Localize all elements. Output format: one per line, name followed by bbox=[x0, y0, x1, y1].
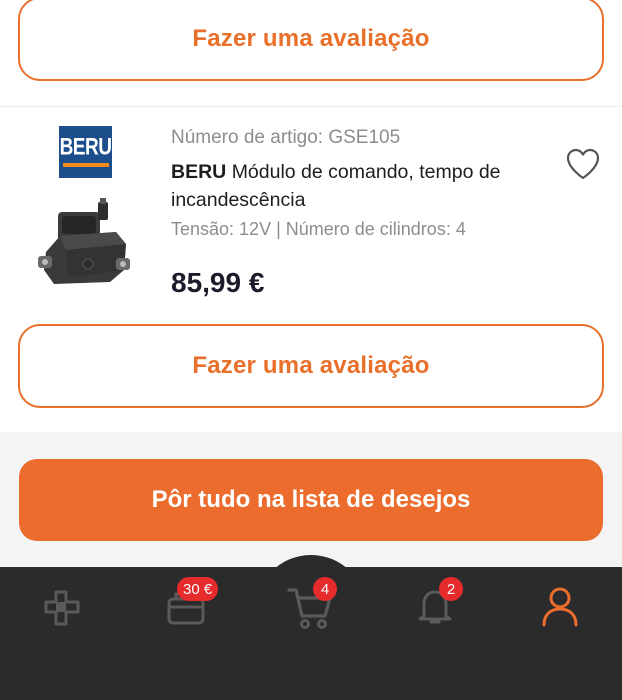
write-review-button[interactable]: Fazer uma avaliação bbox=[18, 324, 604, 408]
article-number: Número de artigo: GSE105 bbox=[171, 127, 401, 148]
divider bbox=[0, 106, 622, 107]
user-icon bbox=[542, 587, 578, 627]
product-brand: BERU bbox=[171, 161, 227, 183]
product-image[interactable] bbox=[36, 198, 132, 290]
add-all-to-wishlist-button[interactable]: Pôr tudo na lista de desejos bbox=[19, 459, 603, 541]
brand-logo: BERU bbox=[59, 126, 112, 178]
write-review-button[interactable]: Fazer uma avaliação bbox=[18, 0, 604, 81]
add-all-to-wishlist-label: Pôr tudo na lista de desejos bbox=[151, 486, 471, 513]
nav-account[interactable] bbox=[540, 585, 580, 627]
product-specs: Tensão: 12V | Número de cilindros: 4 bbox=[171, 219, 466, 239]
nav-home[interactable] bbox=[44, 590, 82, 626]
notifications-badge: 2 bbox=[439, 577, 463, 601]
plus-logo-icon bbox=[44, 590, 80, 626]
heart-icon[interactable] bbox=[565, 147, 601, 181]
write-review-label: Fazer uma avaliação bbox=[192, 352, 430, 379]
cart-badge: 4 bbox=[313, 577, 337, 601]
brand-logo-text: BERU bbox=[59, 134, 112, 161]
wallet-badge: 30 € bbox=[177, 577, 219, 601]
product-price: 85,99 € bbox=[171, 267, 265, 298]
wishlist-page: Fazer uma avaliação BERU Número de artig… bbox=[0, 0, 622, 700]
brand-logo-stripe bbox=[62, 163, 109, 167]
write-review-label: Fazer uma avaliação bbox=[192, 25, 430, 52]
product-title[interactable]: BERU Módulo de comando, tempo de incande… bbox=[171, 158, 541, 214]
